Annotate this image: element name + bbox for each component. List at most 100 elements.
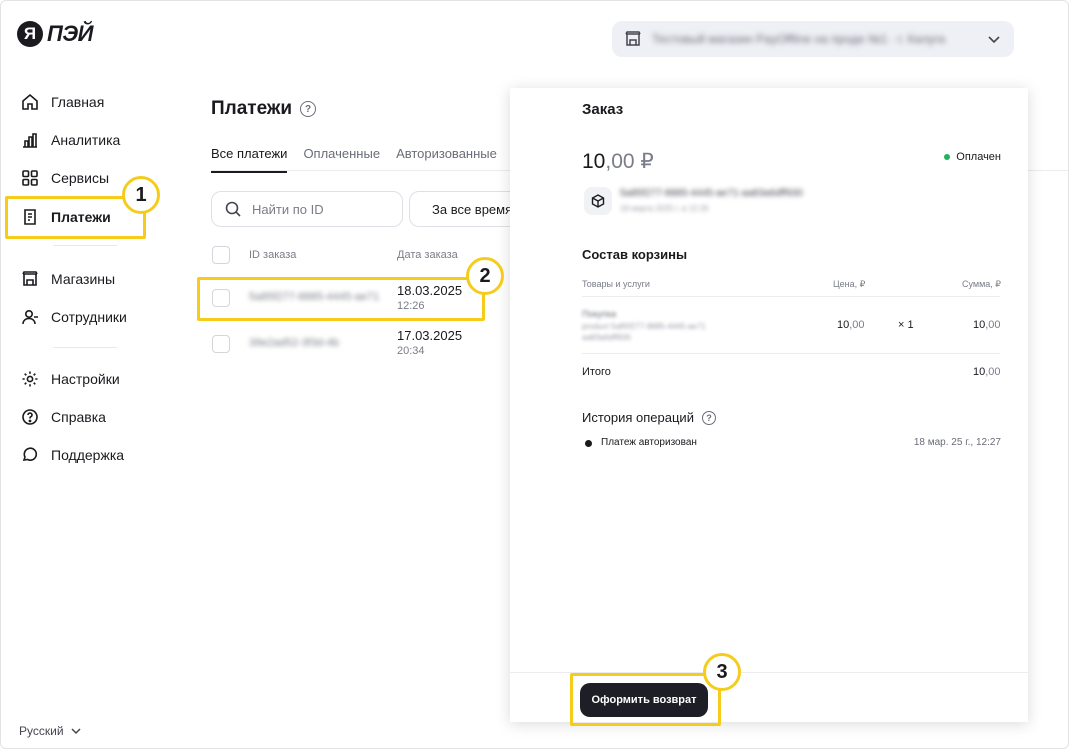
history-title-text: История операций [582, 410, 694, 425]
amount-dec: ,00 ₽ [605, 150, 654, 173]
refund-button[interactable]: Оформить возврат [580, 683, 708, 717]
callout-badge-3: 3 [703, 653, 741, 691]
column-order-id: ID заказа [249, 249, 297, 261]
sidebar-item-label: Поддержка [51, 447, 125, 463]
select-all-checkbox[interactable] [212, 246, 230, 264]
sidebar-item-label: Настройки [51, 371, 120, 387]
row-checkbox[interactable] [212, 289, 230, 307]
date-filter-label: За все время [432, 201, 513, 217]
home-icon [22, 93, 38, 110]
cart-title: Состав корзины [582, 247, 688, 262]
tab-paid[interactable]: Оплаченные [303, 146, 380, 173]
logo-text: ПЭЙ [47, 21, 93, 46]
cart-col-sum: Сумма, ₽ [962, 279, 1002, 289]
order-created: 18 марта 2025 г. в 12:26 [620, 204, 709, 213]
tab-authorized[interactable]: Авторизованные [396, 146, 497, 173]
cart-item-desc: aa83a6dff930 [582, 333, 631, 342]
date-filter[interactable]: За все время [409, 191, 519, 227]
sidebar-item-label: Аналитика [51, 132, 121, 148]
panel-footer-divider [510, 672, 1028, 673]
history-date: 18 мар. 25 г., 12:27 [913, 437, 1001, 448]
sidebar-item-shops[interactable]: Магазины [17, 263, 141, 295]
sidebar-item-analytics[interactable]: Аналитика [17, 124, 141, 156]
sidebar-item-home[interactable]: Главная [17, 86, 141, 118]
total-dec: ,00 [985, 366, 1001, 378]
sum-dec: ,00 [985, 319, 1001, 331]
callout-badge-1: 1 [122, 176, 160, 214]
order-panel: Заказ 10,00 ₽ Оплачен 5a85f277-8885-4445… [510, 88, 1028, 722]
grid-icon [22, 170, 38, 186]
logo-letter: Я [17, 21, 43, 47]
help-icon[interactable]: ? [701, 410, 716, 425]
order-title: Заказ [582, 101, 624, 118]
sidebar-item-label: Сервисы [51, 170, 110, 186]
search-input[interactable]: Найти по ID [211, 191, 403, 227]
chart-icon [23, 133, 37, 148]
order-id: 5a85f277-8885-4445-ae71 [249, 291, 380, 303]
page-title-text: Платежи [211, 98, 293, 119]
sidebar-item-label: Магазины [51, 271, 116, 287]
cart-item-sum: 10,00 [973, 319, 1001, 331]
cart-item-name: Покупка [582, 309, 617, 319]
order-time: 12:26 [397, 300, 425, 312]
column-order-date: Дата заказа [397, 249, 458, 261]
total-int: 10 [973, 366, 986, 378]
shop-icon [625, 31, 641, 46]
language-label: Русский [19, 724, 64, 738]
history-label: Платеж авторизован [601, 437, 697, 448]
status-badge: Оплачен [944, 151, 1001, 163]
sidebar-item-employees[interactable]: Сотрудники [17, 301, 141, 333]
receipt-icon [24, 209, 36, 225]
sidebar-item-settings[interactable]: Настройки [17, 363, 141, 395]
language-selector[interactable]: Русский [19, 724, 82, 738]
chevron-down-icon [988, 36, 1000, 44]
sidebar-item-help[interactable]: Справка [17, 401, 141, 433]
tab-all-payments[interactable]: Все платежи [211, 146, 288, 173]
sum-int: 10 [973, 319, 986, 331]
status-dot-icon [944, 154, 951, 160]
order-time: 20:34 [397, 345, 425, 357]
cart-divider [582, 296, 1000, 297]
gear-icon [22, 371, 38, 387]
package-icon [584, 187, 612, 215]
cart-col-goods: Товары и услуги [582, 279, 650, 289]
cart-item-price: 10,00 [837, 319, 865, 331]
app-window: Я ПЭЙ Тестовый магазин PayOffline на про… [0, 0, 1069, 749]
order-date: 18.03.2025 [397, 283, 463, 298]
status-text: Оплачен [956, 151, 1001, 163]
row-checkbox[interactable] [212, 335, 230, 353]
cart-col-price: Цена, ₽ [833, 279, 866, 289]
chevron-down-icon [71, 728, 81, 735]
sidebar-item-support[interactable]: Поддержка [17, 439, 141, 471]
sidebar-item-payments[interactable]: Платежи [17, 201, 141, 233]
users-icon [22, 309, 38, 325]
yandex-pay-logo[interactable]: Я ПЭЙ [17, 21, 93, 47]
price-dec: ,00 [849, 319, 865, 331]
sidebar-item-label: Платежи [51, 209, 111, 225]
order-date: 17.03.2025 [397, 328, 463, 343]
search-icon [225, 201, 241, 217]
page-title: Платежи ? [211, 98, 317, 120]
order-amount: 10,00 ₽ [582, 149, 654, 174]
sidebar-item-label: Главная [51, 94, 105, 110]
chat-icon [22, 447, 38, 461]
cart-item-qty: × 1 [898, 319, 914, 331]
history-title: История операций ? [582, 410, 716, 425]
price-int: 10 [837, 319, 850, 331]
cart-divider [582, 353, 1000, 354]
help-icon[interactable]: ? [300, 101, 317, 117]
payments-tabs: Все платежи Оплаченные Авторизованные [211, 146, 497, 173]
shop-name: Тестовый магазин PayOffline на проде №1 … [652, 32, 946, 46]
amount-int: 10 [582, 150, 606, 173]
sidebar-divider [53, 347, 117, 348]
shop-selector[interactable]: Тестовый магазин PayOffline на проде №1 … [612, 21, 1014, 57]
total-value: 10,00 [973, 366, 1001, 378]
cart-item-desc: product 5a85f277-8885-4445-ae71 [582, 322, 706, 331]
shop-icon [22, 271, 38, 286]
sidebar-item-label: Справка [51, 409, 106, 425]
history-dot-icon [585, 440, 592, 447]
total-label: Итого [582, 366, 611, 378]
order-uid[interactable]: 5a85f277-8885-4445-ae71-aa83a6dff930 [620, 188, 803, 199]
order-id: 39e2ad52-3f3d-4b [249, 337, 339, 349]
search-placeholder: Найти по ID [252, 201, 324, 217]
